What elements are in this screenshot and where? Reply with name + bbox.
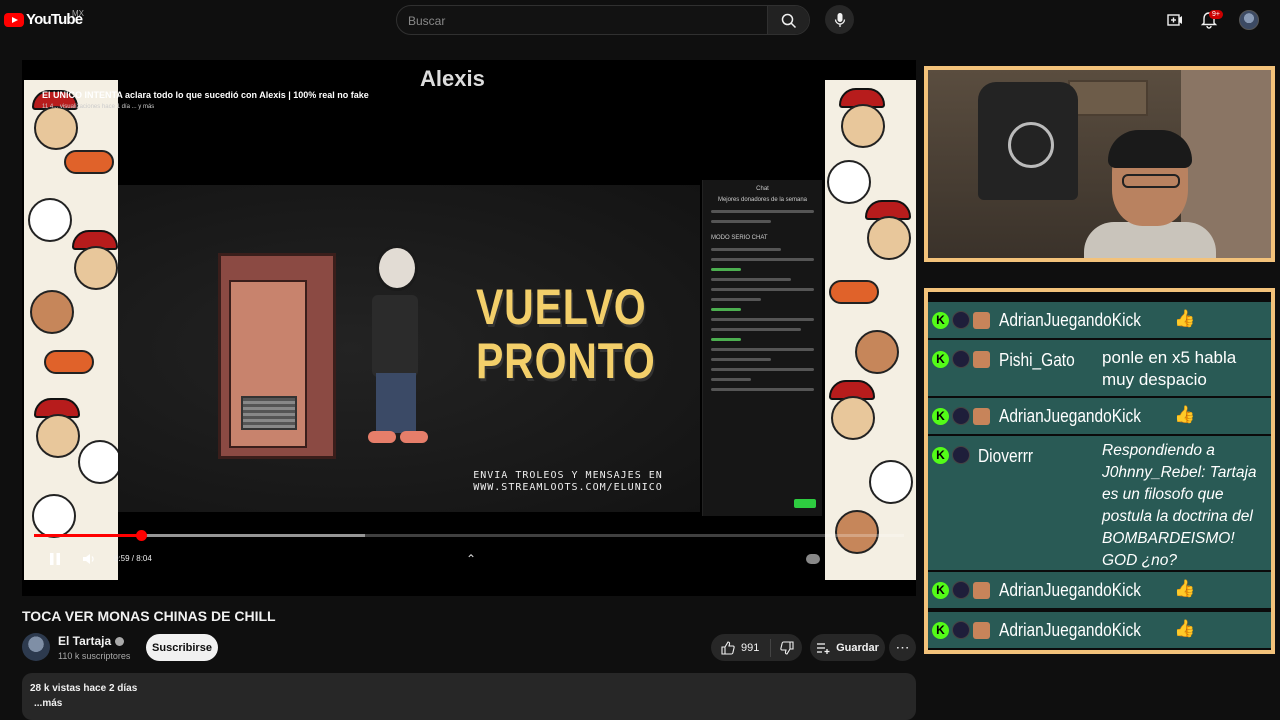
streamloots-banner: ENVIA TROLEOS Y MENSAJES EN WWW.STREAMLO…	[473, 470, 663, 493]
user-badge-icon	[952, 581, 970, 599]
more-actions-button[interactable]: ⋯	[889, 634, 916, 661]
progress-scrubber[interactable]	[136, 530, 147, 541]
save-label: Guardar	[836, 641, 879, 654]
kick-logo-icon: K	[932, 621, 949, 639]
stream-screen: VUELVO PRONTO ENVIA TROLEOS Y MENSAJES E…	[118, 185, 700, 512]
kick-logo-icon: K	[932, 446, 949, 464]
kick-logo-icon: K	[932, 581, 949, 599]
stream-chat-title: Chat	[756, 186, 769, 192]
youtube-play-icon	[4, 12, 24, 27]
playlist-add-icon	[817, 642, 830, 654]
description-box[interactable]: 28 k vistas hace 2 días ...más	[22, 673, 916, 720]
chat-username: AdrianJuegandoKick	[999, 406, 1142, 426]
stream-chat-panel: Chat Mejores donadores de la semana MODO…	[702, 180, 822, 516]
subscribe-button[interactable]: Suscribirse	[146, 634, 218, 661]
chat-overlay: K AdrianJuegandoKick 👍 K Pishi_Gato ponl…	[924, 288, 1275, 654]
thumbs-up-icon	[721, 640, 735, 655]
gift-badge-icon	[973, 311, 990, 329]
chat-row: K AdrianJuegandoKick 👍	[928, 572, 1271, 608]
search-input[interactable]: Buscar	[408, 14, 445, 28]
chat-row: K AdrianJuegandoKick 👍	[928, 302, 1271, 338]
overlay-top-text: Alexis	[420, 66, 485, 91]
chat-username: AdrianJuegandoKick	[999, 310, 1142, 330]
embedded-video-title: El UNICO INTENTA aclara todo lo que suce…	[42, 90, 369, 100]
show-more-link[interactable]: ...más	[34, 698, 62, 709]
channel-avatar[interactable]	[22, 633, 50, 661]
kick-logo-icon: K	[932, 311, 949, 329]
youtube-logo[interactable]: YouTube MX	[4, 9, 84, 28]
chat-row: K AdrianJuegandoKick 👍	[928, 398, 1271, 434]
voice-search-button[interactable]	[825, 5, 854, 34]
embedded-video-meta: 11 4... visualizaciones hace 1 día ... y…	[42, 104, 155, 110]
search-button[interactable]	[767, 6, 809, 34]
like-button[interactable]: 991	[711, 638, 771, 657]
chat-row: K AdrianJuegandoKick 👍	[928, 612, 1271, 648]
user-badge-icon	[952, 311, 970, 329]
dislike-button[interactable]	[771, 640, 794, 655]
search-box[interactable]: Buscar	[396, 5, 810, 35]
volume-icon[interactable]	[82, 552, 96, 566]
more-dots-icon: ⋯	[895, 639, 910, 655]
right-sticker-pattern	[825, 80, 916, 580]
search-icon	[781, 13, 796, 29]
chat-emoji: 👍	[1174, 309, 1196, 328]
subscriber-count: 110 k suscriptores	[58, 651, 131, 661]
chat-emoji: 👍	[1174, 405, 1196, 424]
jersey-background	[978, 82, 1078, 200]
cartoon-character	[358, 245, 450, 455]
chat-emoji: 👍	[1174, 619, 1196, 638]
chat-username: Dioverrr	[978, 446, 1034, 466]
notifications-badge: 9+	[1209, 10, 1223, 19]
stream-chat-mode: MODO SERIO CHAT	[711, 235, 768, 241]
chat-row: K Dioverrr Respondiendo a J0hnny_Rebel: …	[928, 436, 1271, 570]
video-player[interactable]: Alexis El UNICO INTENTA aclara todo lo q…	[22, 60, 916, 596]
like-count: 991	[741, 641, 760, 654]
streamer	[1084, 130, 1216, 258]
stream-chat-subtitle: Mejores donadores de la semana	[717, 197, 808, 203]
stream-chat-send-button	[794, 499, 816, 508]
gift-badge-icon	[973, 621, 990, 639]
create-video-icon[interactable]	[1166, 11, 1184, 29]
microphone-icon	[834, 12, 845, 27]
chat-message: Respondiendo a J0hnny_Rebel: Tartaja es …	[1102, 442, 1257, 569]
gift-badge-icon	[973, 581, 990, 599]
chat-username: AdrianJuegandoKick	[999, 620, 1142, 640]
kick-logo-icon: K	[932, 407, 949, 425]
country-code: MX	[72, 9, 84, 18]
left-sticker-pattern	[24, 80, 122, 580]
save-button[interactable]: Guardar	[810, 634, 885, 661]
user-badge-icon	[952, 621, 970, 639]
channel-name-link[interactable]: El Tartaja	[58, 634, 125, 648]
chat-row: K Pishi_Gato ponle en x5 habla muy despa…	[928, 340, 1271, 396]
gift-badge-icon	[973, 350, 990, 368]
user-badge-icon	[952, 407, 970, 425]
arcade-cabinet	[218, 253, 336, 459]
autoplay-toggle[interactable]	[806, 554, 820, 564]
user-badge-icon	[952, 446, 970, 464]
webcam-overlay	[924, 66, 1275, 262]
channel-name[interactable]: El Tartaja	[58, 634, 111, 648]
chat-username: Pishi_Gato	[999, 350, 1075, 370]
like-dislike-group: 991	[711, 634, 802, 661]
verified-icon	[115, 637, 125, 647]
chat-emoji: 👍	[1174, 579, 1196, 598]
chevron-up-icon[interactable]: ⌃	[466, 552, 476, 566]
chat-message: ponle en x5 habla muy despacio	[1102, 348, 1237, 389]
time-display: 0:59 / 8:04	[114, 554, 152, 563]
player-controls: 0:59 / 8:04 ⌃	[22, 544, 916, 574]
pause-icon[interactable]	[46, 550, 64, 568]
user-badge-icon	[952, 350, 970, 368]
vuelvo-pronto-text: VUELVO PRONTO	[476, 279, 656, 389]
progress-bar[interactable]	[34, 530, 904, 541]
video-title: TOCA VER MONAS CHINAS DE CHILL	[22, 608, 276, 624]
views-date: 28 k vistas hace 2 días	[30, 683, 138, 694]
kick-logo-icon: K	[932, 350, 949, 368]
progress-fill	[34, 534, 141, 537]
gift-badge-icon	[973, 407, 990, 425]
top-bar: YouTube MX Buscar 9+	[0, 0, 1280, 40]
account-avatar[interactable]	[1239, 10, 1259, 30]
thumbs-down-icon	[780, 640, 794, 655]
chat-username: AdrianJuegandoKick	[999, 580, 1142, 600]
